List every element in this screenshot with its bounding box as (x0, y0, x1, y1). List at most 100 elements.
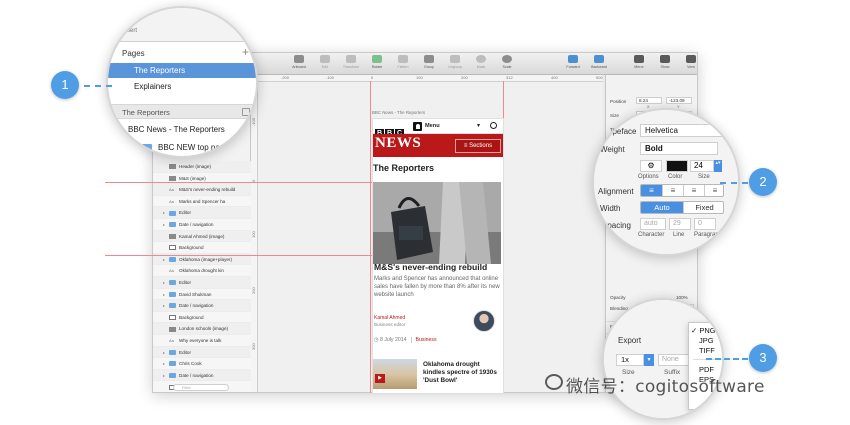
account-icon[interactable] (413, 122, 422, 131)
size-field[interactable]: 24 (690, 160, 714, 172)
page-item-selected[interactable]: The Reporters (108, 63, 256, 78)
guide-line-vertical[interactable] (370, 81, 371, 393)
article-category[interactable]: Business (410, 337, 437, 343)
article-summary: Marks and Spencer has announced that onl… (374, 276, 500, 298)
layer-label: Kamal Ahmed (image) (179, 233, 225, 239)
weight-select[interactable]: Bold (640, 142, 718, 155)
disclosure-right-icon[interactable]: ▸ (130, 143, 134, 151)
width-auto-option[interactable]: Auto (641, 202, 683, 213)
author-avatar (473, 310, 495, 332)
align-left-icon[interactable]: ≡ (641, 185, 662, 196)
artboard-title[interactable]: BBC News - The Reporters (372, 110, 425, 115)
news-bar: NEWS ≡ Sections (373, 134, 503, 157)
author-name[interactable]: Kamal Ahmed (374, 315, 405, 321)
callout-badge-3: 3 (749, 344, 777, 372)
layer-row[interactable]: ▸ Date / navigation (153, 219, 251, 231)
typeface-select[interactable]: Helvetica (640, 124, 732, 137)
align-center-icon[interactable]: ≡ (662, 185, 683, 196)
collapse-icon[interactable] (242, 108, 250, 116)
artboard[interactable]: BBC Menu ▾ NEWS ≡ Sections The Reporters (372, 118, 504, 394)
paragraph-sublabel: Paragraph (694, 232, 723, 238)
width-fixed-option[interactable]: Fixed (683, 202, 723, 213)
layer-row[interactable]: ▸ David Shukman (153, 288, 251, 301)
article-photo (373, 182, 501, 264)
layer-row[interactable]: London schools (image) (153, 323, 251, 335)
article-dateline: ◷ 8 July 2014 Business (374, 337, 437, 343)
callout-connector (84, 85, 112, 87)
layer-row[interactable]: ▸ Chris Cook (153, 358, 251, 370)
gear-icon[interactable]: ⚙ (640, 160, 662, 172)
plus-icon[interactable]: + (242, 45, 249, 59)
line-spacing-field[interactable]: 29 (669, 218, 691, 230)
sections-button[interactable]: ≡ Sections (455, 139, 501, 153)
toolbar-scale-button[interactable]: Scale (491, 55, 523, 73)
callout-connector (720, 182, 748, 184)
layer-row[interactable]: ▸ Editor (153, 207, 251, 219)
position-y-field[interactable]: -123.09 (666, 97, 692, 104)
layer-label: Oklahoma drought kin (179, 268, 224, 274)
article-headline[interactable]: M&S's never-ending rebuild (374, 262, 502, 272)
disclosure-down-icon[interactable]: ▾ (118, 125, 122, 133)
spacing-label: Spacing (602, 221, 631, 230)
layer-row[interactable]: ▸ Editor (153, 277, 251, 289)
suffix-field[interactable]: None (658, 354, 690, 366)
layer-row[interactable]: Aa Why everyone is talk (153, 335, 251, 347)
news-logo: NEWS (375, 135, 422, 151)
layer-row[interactable]: Background (153, 311, 251, 324)
page-item[interactable]: Explainers (108, 79, 256, 94)
layer-row[interactable]: Aa Oklahoma drought kin (153, 265, 251, 277)
layer-filter-input[interactable]: Filter (173, 384, 229, 391)
article-date: 8 July 2014 (379, 337, 407, 343)
layer-row[interactable]: Kamal Ahmed (image) (153, 230, 251, 243)
layer-row[interactable]: Aa Marks and Spencer ha (153, 195, 251, 208)
align-right-icon[interactable]: ≡ (683, 185, 704, 196)
search-icon[interactable] (490, 122, 497, 129)
toolbar-view-button[interactable]: View (675, 55, 697, 73)
align-justify-icon[interactable]: ≡ (704, 185, 723, 196)
layer-row[interactable]: Aa M&S's never-ending rebuild (153, 184, 251, 196)
menu-clip: Insert (122, 28, 138, 34)
toolbar-backward-button[interactable]: Backward (583, 55, 615, 73)
format-option-tiff[interactable]: TIFF (699, 346, 715, 355)
callout-connector (706, 358, 748, 360)
layer-label: Background (179, 314, 204, 320)
play-icon[interactable]: ▶ (375, 374, 385, 383)
size-stepper[interactable]: ▴▾ (714, 160, 722, 172)
width-label: Width (600, 204, 621, 213)
second-article-headline[interactable]: Oklahoma drought kindles spectre of 1930… (423, 361, 501, 385)
format-option-jpg[interactable]: JPG (699, 336, 714, 345)
ruler-tick-label: -200 (281, 75, 290, 80)
watermark: 微信号：cogitosoftware (566, 377, 765, 397)
character-spacing-field[interactable]: auto (640, 218, 666, 230)
magnifier-pages-panel: Insert Pages + The Reporters Explainers … (106, 6, 258, 158)
alignment-control: ≡ ≡ ≡ ≡ (640, 184, 724, 197)
page-item-label: Explainers (134, 82, 172, 91)
layer-row[interactable]: Background (153, 242, 251, 254)
weight-label: Weight (600, 145, 625, 154)
layer-row[interactable]: ▸ Date / navigation (153, 300, 251, 312)
layer-tree-artboard[interactable]: ▾ BBC News - The Reporters (108, 122, 256, 137)
layer-tree-group[interactable]: ▸ BBC NEW top nav (108, 140, 256, 155)
layer-label: Date / navigation (179, 372, 214, 378)
toolbar-label: View (687, 65, 695, 69)
layer-label: Background (179, 245, 204, 251)
layer-label: Header (image) (179, 164, 211, 169)
mask-icon (476, 55, 486, 63)
layer-row[interactable]: ▸ Editor (153, 346, 251, 359)
format-option-png[interactable]: ✓ PNG (691, 326, 716, 335)
position-x-field[interactable]: 8.24 (636, 97, 662, 104)
ungroup-icon (450, 55, 460, 63)
menu-link[interactable]: Menu (425, 123, 440, 129)
menu-chevron-icon[interactable]: ▾ (477, 122, 480, 129)
image-icon (169, 164, 176, 170)
folder-icon (169, 361, 176, 367)
horizontal-ruler[interactable]: -200 -100 0 100 200 312 400 500 (251, 75, 603, 82)
folder-icon (169, 222, 176, 228)
color-swatch[interactable] (666, 160, 688, 172)
export-scale-field[interactable]: 1x (616, 354, 644, 366)
layer-row[interactable]: ▸ Date / navigation (153, 369, 251, 382)
paragraph-spacing-field[interactable]: 0 (694, 218, 716, 230)
layer-label: Marks and Spencer ha (179, 198, 226, 204)
scale-dropdown-icon[interactable]: ▾ (644, 354, 654, 366)
layer-row[interactable]: Header (image) (153, 161, 251, 173)
